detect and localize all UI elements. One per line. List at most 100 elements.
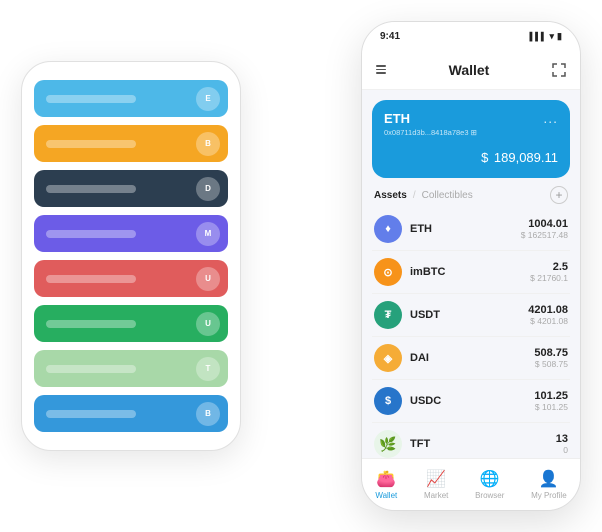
- back-card-card-orange[interactable]: B: [34, 125, 228, 162]
- eth-icon: ♦: [374, 215, 402, 243]
- status-bar: 9:41 ▌▌▌ ▾ ▮: [362, 22, 580, 50]
- menu-button[interactable]: [376, 65, 386, 74]
- nav-item-profile[interactable]: 👤 My Profile: [531, 469, 567, 500]
- browser-nav-label: Browser: [475, 491, 504, 500]
- card-icon: B: [196, 402, 220, 426]
- expand-button[interactable]: [552, 63, 566, 77]
- tft-icon: 🌿: [374, 430, 402, 458]
- usdc-usd-amount: $ 101.25: [534, 402, 568, 412]
- card-icon: U: [196, 312, 220, 336]
- assets-tab-active[interactable]: Assets: [374, 190, 407, 201]
- card-icon: T: [196, 357, 220, 381]
- asset-row-usdt[interactable]: ₮ USDT4201.08$ 4201.08: [372, 294, 570, 337]
- dai-usd-amount: $ 508.75: [534, 359, 568, 369]
- usdt-primary-amount: 4201.08: [528, 304, 568, 316]
- back-phone: EBDMUUTB: [21, 61, 241, 451]
- card-label: [46, 365, 136, 373]
- profile-nav-icon: 👤: [539, 469, 559, 489]
- back-card-card-dark[interactable]: D: [34, 170, 228, 207]
- currency-symbol: $: [481, 150, 488, 165]
- signal-icon: ▌▌▌: [530, 32, 547, 41]
- hamburger-icon: [376, 65, 386, 74]
- back-card-card-green[interactable]: U: [34, 305, 228, 342]
- imbtc-primary-amount: 2.5: [530, 261, 568, 273]
- add-icon: +: [555, 188, 562, 202]
- phone-header: Wallet: [362, 50, 580, 90]
- card-label: [46, 320, 136, 328]
- usdc-icon: $: [374, 387, 402, 415]
- usdt-amounts: 4201.08$ 4201.08: [528, 304, 568, 326]
- imbtc-name: imBTC: [410, 266, 530, 278]
- assets-tab-divider: /: [413, 190, 416, 201]
- collectibles-tab[interactable]: Collectibles: [422, 190, 473, 201]
- tft-name: TFT: [410, 438, 556, 450]
- dai-name: DAI: [410, 352, 534, 364]
- eth-card[interactable]: ETH ... 0x08711d3b...8418a78e3 ⊞ $ 189,0…: [372, 100, 570, 178]
- asset-row-tft[interactable]: 🌿 TFT130: [372, 423, 570, 458]
- tft-amounts: 130: [556, 433, 568, 455]
- card-label: [46, 140, 136, 148]
- card-label: [46, 185, 136, 193]
- profile-nav-label: My Profile: [531, 491, 567, 500]
- wallet-nav-icon: 👛: [376, 469, 396, 489]
- front-phone: 9:41 ▌▌▌ ▾ ▮ Wallet: [361, 21, 581, 511]
- usdc-primary-amount: 101.25: [534, 390, 568, 402]
- card-icon: B: [196, 132, 220, 156]
- back-card-card-bright-blue[interactable]: B: [34, 395, 228, 432]
- asset-row-eth[interactable]: ♦ ETH1004.01$ 162517.48: [372, 208, 570, 251]
- card-label: [46, 95, 136, 103]
- imbtc-usd-amount: $ 21760.1: [530, 273, 568, 283]
- nav-item-market[interactable]: 📈Market: [424, 469, 448, 500]
- usdc-amounts: 101.25$ 101.25: [534, 390, 568, 412]
- eth-card-address: 0x08711d3b...8418a78e3 ⊞: [384, 128, 558, 137]
- dai-amounts: 508.75$ 508.75: [534, 347, 568, 369]
- card-label: [46, 275, 136, 283]
- balance-amount: 189,089.11: [494, 150, 558, 165]
- bottom-nav: 👛 Wallet 📈Market 🌐 Browser 👤 My Profile: [362, 458, 580, 510]
- browser-nav-icon: 🌐: [480, 469, 500, 489]
- card-icon: U: [196, 267, 220, 291]
- card-icon: M: [196, 222, 220, 246]
- assets-tabs: Assets / Collectibles: [374, 190, 473, 201]
- usdt-name: USDT: [410, 309, 528, 321]
- add-asset-button[interactable]: +: [550, 186, 568, 204]
- eth-name: ETH: [410, 223, 521, 235]
- assets-header: Assets / Collectibles +: [362, 178, 580, 208]
- phone-content: ETH ... 0x08711d3b...8418a78e3 ⊞ $ 189,0…: [362, 90, 580, 458]
- eth-card-balance: $ 189,089.11: [384, 145, 558, 168]
- eth-primary-amount: 1004.01: [521, 218, 568, 230]
- market-nav-label: Market: [424, 491, 448, 500]
- dai-primary-amount: 508.75: [534, 347, 568, 359]
- back-card-card-red[interactable]: U: [34, 260, 228, 297]
- asset-row-usdc[interactable]: $ USDC101.25$ 101.25: [372, 380, 570, 423]
- asset-row-dai[interactable]: ◈DAI508.75$ 508.75: [372, 337, 570, 380]
- expand-icon: [552, 63, 566, 77]
- back-card-card-blue[interactable]: E: [34, 80, 228, 117]
- eth-card-header: ETH ...: [384, 110, 558, 126]
- nav-item-browser[interactable]: 🌐 Browser: [475, 469, 504, 500]
- header-title: Wallet: [449, 62, 490, 78]
- asset-list: ♦ ETH1004.01$ 162517.48 ⊙ imBTC2.5$ 21760.1…: [362, 208, 580, 458]
- wallet-nav-label: Wallet: [375, 491, 397, 500]
- card-label: [46, 230, 136, 238]
- card-icon: D: [196, 177, 220, 201]
- eth-card-title: ETH: [384, 111, 410, 126]
- battery-icon: ▮: [557, 31, 562, 42]
- card-label: [46, 410, 136, 418]
- status-time: 9:41: [380, 31, 400, 42]
- card-icon: E: [196, 87, 220, 111]
- eth-amounts: 1004.01$ 162517.48: [521, 218, 568, 240]
- tft-usd-amount: 0: [556, 445, 568, 455]
- usdt-usd-amount: $ 4201.08: [528, 316, 568, 326]
- usdc-name: USDC: [410, 395, 534, 407]
- back-card-card-light-green[interactable]: T: [34, 350, 228, 387]
- nav-item-wallet[interactable]: 👛 Wallet: [375, 469, 397, 500]
- back-card-card-purple[interactable]: M: [34, 215, 228, 252]
- eth-card-menu[interactable]: ...: [543, 110, 558, 126]
- tft-primary-amount: 13: [556, 433, 568, 445]
- imbtc-icon: ⊙: [374, 258, 402, 286]
- usdt-icon: ₮: [374, 301, 402, 329]
- wifi-icon: ▾: [550, 31, 555, 42]
- eth-usd-amount: $ 162517.48: [521, 230, 568, 240]
- asset-row-imbtc[interactable]: ⊙ imBTC2.5$ 21760.1: [372, 251, 570, 294]
